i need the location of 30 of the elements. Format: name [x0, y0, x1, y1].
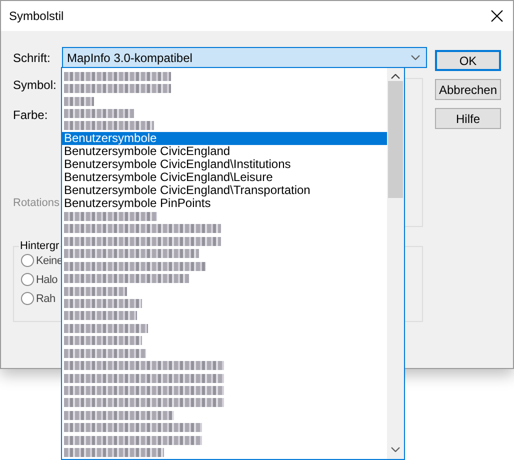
font-option[interactable]: Benutzersymbole [62, 132, 387, 146]
font-label: Schrift: [13, 50, 52, 64]
font-option[interactable]: Benutzersymbole CivicEngland [62, 145, 387, 158]
radio-label: Halo [36, 274, 58, 286]
blurred-text [64, 286, 127, 296]
radio-button[interactable] [21, 273, 34, 286]
radio-button[interactable] [21, 292, 34, 305]
blurred-text [64, 96, 94, 106]
chevron-down-icon[interactable] [411, 55, 420, 60]
scroll-up-icon[interactable] [391, 74, 400, 78]
symbol-label: Symbol: [13, 78, 56, 92]
font-option[interactable]: Benutzersymbole CivicEngland\Institutions [62, 158, 387, 172]
group-title: Hintergr [19, 240, 60, 252]
radio-label: Rah [36, 292, 56, 304]
radio-button[interactable] [21, 254, 34, 267]
scrollbar[interactable] [387, 68, 404, 459]
dialog-button[interactable]: Hilfe [435, 108, 501, 129]
color-label: Farbe: [13, 108, 48, 122]
dialog-button[interactable]: Abbrechen [435, 79, 501, 100]
font-option[interactable]: Benutzersymbole PinPoints [62, 197, 387, 210]
rotation-label: Rotations [13, 197, 60, 209]
close-icon[interactable] [491, 10, 503, 22]
scroll-down-icon[interactable] [391, 446, 400, 452]
scroll-thumb[interactable] [388, 81, 403, 198]
font-dropdown[interactable]: MapInfo 3.0-kompatibel [62, 47, 427, 68]
blurred-text [64, 109, 134, 118]
window-title: Symbolstil [9, 9, 64, 23]
font-option[interactable]: Benutzersymbole CivicEngland\Leisure [62, 171, 387, 184]
font-option[interactable]: Benutzersymbole CivicEngland\Transportation [62, 184, 387, 198]
dialog-button[interactable]: OK [435, 50, 501, 71]
